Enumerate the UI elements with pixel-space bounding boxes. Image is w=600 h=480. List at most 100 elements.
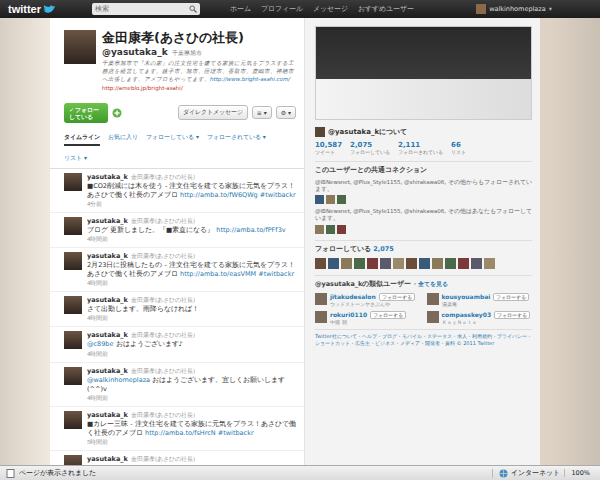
ad-banner[interactable] (315, 26, 532, 120)
zoom-level[interactable]: 100% (564, 469, 594, 477)
tweet-link[interactable]: #twitbackr (258, 270, 294, 278)
tweet-avatar[interactable] (64, 455, 82, 465)
tweet-user[interactable]: yasutaka_k (87, 296, 128, 304)
connection-avatar[interactable] (326, 225, 335, 234)
add-icon[interactable] (112, 108, 122, 118)
tweet-user[interactable]: yasutaka_k (87, 455, 128, 463)
account-menu[interactable]: walkinhomeplaza▾ (476, 4, 592, 14)
following-avatar[interactable] (328, 258, 339, 269)
tweet[interactable]: yasutaka_k金田康孝(あさひの社長)さて出勤します。雨降らなければ！4時… (50, 292, 304, 327)
follow-small-button[interactable]: フォローする (494, 311, 530, 319)
following-avatar[interactable] (367, 258, 378, 269)
profile-avatar[interactable] (64, 30, 96, 64)
follow-button[interactable]: ✓フォローしている (64, 103, 108, 123)
tweet-avatar[interactable] (64, 367, 82, 385)
tab[interactable]: リスト ▾ (64, 154, 87, 165)
tab[interactable]: フォローしている ▾ (146, 133, 199, 146)
stat[interactable]: 10,587ツイート (315, 141, 342, 155)
following-avatar[interactable] (458, 258, 469, 269)
stat[interactable]: 2,111フォローされている (398, 141, 443, 155)
tweet-link[interactable]: http://amba.to/fW6QWg (180, 191, 258, 199)
following-avatar[interactable] (445, 258, 456, 269)
tweet-avatar[interactable] (64, 252, 82, 270)
tweet[interactable]: yasutaka_k金田康孝(あさひの社長)ブログ 更新しました。『■素直になる… (50, 213, 304, 248)
following-avatar[interactable] (406, 258, 417, 269)
connection-avatar[interactable] (315, 195, 324, 204)
tweet-avatar[interactable] (64, 217, 82, 235)
footer-links[interactable]: Twitter社について・ヘルプ・ブログ・モバイル・ステータス・求人・利用規約・… (315, 329, 532, 347)
similar-handle[interactable]: compasskey03 (442, 311, 492, 318)
tweet-link[interactable]: @walkinhomeplaza (87, 376, 150, 384)
stat[interactable]: 2,075フォローしている (350, 141, 390, 155)
tweet[interactable]: yasutaka_k金田康孝(あさひの社長)2月23日に投稿したもの - 注文住… (50, 248, 304, 292)
tweet-link[interactable]: #twitbackr (260, 191, 296, 199)
nav-item[interactable]: プロフィール (261, 5, 303, 14)
tab[interactable]: お気に入り (108, 133, 138, 146)
following-avatar[interactable] (393, 258, 404, 269)
tweet-avatar[interactable] (64, 296, 82, 314)
tweet-link[interactable]: http://amba.to/fsHrcN (145, 429, 216, 437)
similar-avatar[interactable] (427, 311, 439, 323)
tweet-link[interactable]: http://amba.to/fPFf3v (216, 226, 285, 234)
following-avatar[interactable] (484, 258, 495, 269)
tweet-avatar[interactable] (64, 331, 82, 349)
follow-small-button[interactable]: フォローする (379, 293, 415, 301)
profile-url[interactable]: http://ameblo.jp/bright-asahi/ (102, 85, 296, 91)
tweet-user[interactable]: yasutaka_k (87, 173, 128, 181)
following-avatar[interactable] (432, 258, 443, 269)
following-avatar[interactable] (354, 258, 365, 269)
tweet[interactable]: yasutaka_k金田康孝(あさひの社長) (50, 451, 304, 465)
similar-avatar[interactable] (315, 293, 327, 305)
tweet-user[interactable]: yasutaka_k (87, 252, 128, 260)
twitter-logo[interactable]: twitter (8, 3, 82, 15)
tweet-user[interactable]: yasutaka_k (87, 331, 128, 339)
tweet[interactable]: yasutaka_k金田康孝(あさひの社長)■CO2削減には木を使う - 注文住… (50, 169, 304, 213)
following-avatar[interactable] (341, 258, 352, 269)
similar-handle[interactable]: rokuri0110 (330, 311, 367, 318)
similar-handle[interactable]: kousyouambai (442, 293, 491, 300)
list-menu-button[interactable]: ≡ ▾ (252, 106, 272, 119)
follow-small-button[interactable]: フォローする (370, 311, 406, 319)
connection-avatar[interactable] (326, 195, 335, 204)
tweet-link[interactable]: http://amba.to/easVMM (180, 270, 256, 278)
tweet-link[interactable]: #twitbackr (218, 429, 254, 437)
search-field[interactable]: 検索 (92, 3, 200, 15)
bio-link[interactable]: http://www.bright-asahi.com/ (210, 76, 290, 82)
sidebar: @yasutaka_kについて10,587ツイート2,075フォローしている2,… (305, 18, 540, 465)
tweet[interactable]: yasutaka_k金田康孝(あさひの社長)■カレー三昧 - 注文住宅を建てる家… (50, 407, 304, 451)
nav-item[interactable]: おすすめユーザー (358, 5, 414, 14)
tweet[interactable]: yasutaka_k金田康孝(あさひの社長)@c89be おはようございます♪4… (50, 327, 304, 362)
similar-handle[interactable]: jitakudesalon (330, 293, 376, 300)
tweet-time[interactable]: 4時間前 (87, 236, 286, 243)
connection-avatar[interactable] (337, 195, 346, 204)
tab[interactable]: タイムライン (64, 133, 100, 146)
connection-avatar[interactable] (337, 225, 346, 234)
tweet-avatar[interactable] (64, 411, 82, 429)
stat[interactable]: 66リスト (451, 141, 466, 155)
following-avatar[interactable] (315, 258, 326, 269)
tab[interactable]: フォローされている ▾ (207, 133, 266, 146)
tweet-avatar[interactable] (64, 173, 82, 191)
tweet-time[interactable]: 4時間前 (87, 315, 199, 322)
nav-item[interactable]: メッセージ (313, 5, 348, 14)
tweet-time[interactable]: 4時間前 (87, 280, 296, 287)
gear-menu-button[interactable]: ⚙ ▾ (276, 106, 296, 119)
tweet-user[interactable]: yasutaka_k (87, 217, 128, 225)
tweet[interactable]: yasutaka_k金田康孝(あさひの社長)@walkinhomeplaza お… (50, 363, 304, 407)
following-avatar[interactable] (419, 258, 430, 269)
follow-small-button[interactable]: フォローする (493, 293, 529, 301)
similar-avatar[interactable] (315, 311, 327, 323)
tweet-time[interactable]: 5時間前 (87, 439, 296, 446)
tweet-time[interactable]: 4時間前 (87, 395, 296, 402)
direct-message-button[interactable]: ダイレクトメッセージ (178, 105, 248, 120)
tweet-user[interactable]: yasutaka_k (87, 411, 128, 419)
tweet-time[interactable]: 4分前 (87, 201, 296, 208)
tweet-user[interactable]: yasutaka_k (87, 367, 128, 375)
connection-avatar[interactable] (315, 225, 324, 234)
nav-item[interactable]: ホーム (230, 5, 251, 14)
tweet-link[interactable]: @c89be (87, 340, 113, 348)
following-avatar[interactable] (380, 258, 391, 269)
tweet-time[interactable]: 4時間前 (87, 351, 195, 358)
following-avatar[interactable] (471, 258, 482, 269)
similar-avatar[interactable] (427, 293, 439, 305)
